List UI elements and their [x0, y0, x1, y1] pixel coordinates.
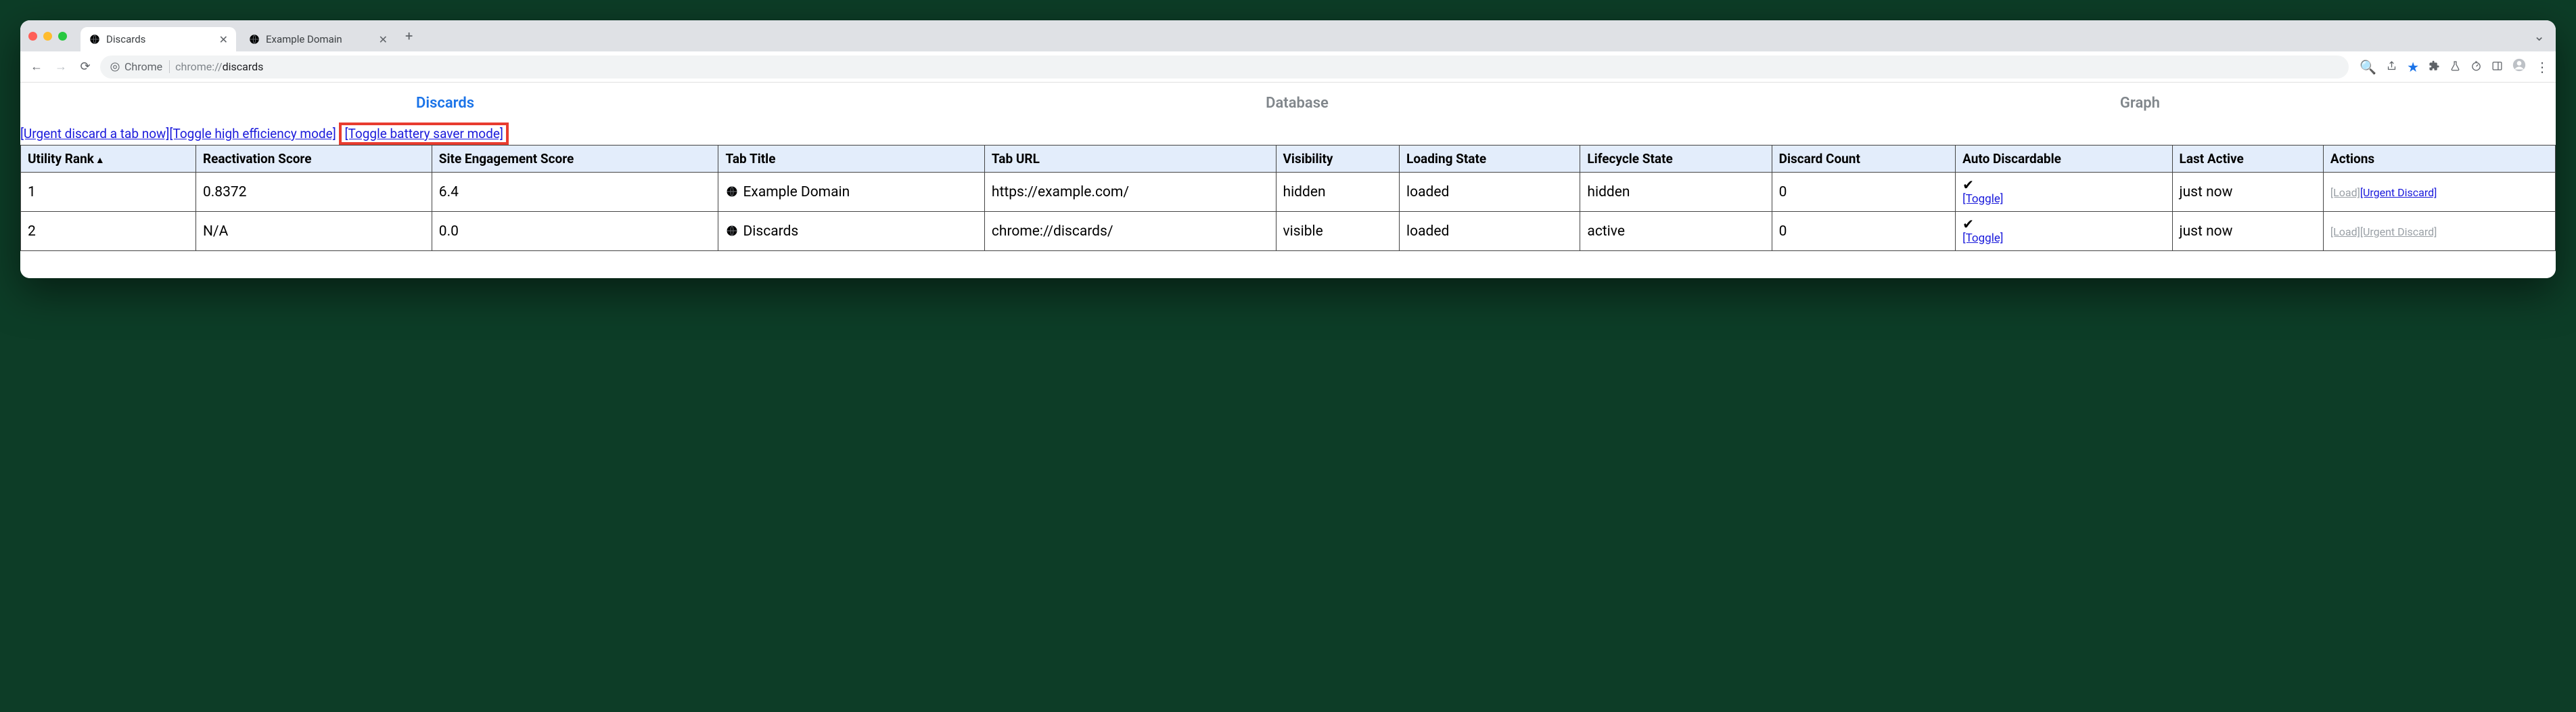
- tab-title: Example Domain: [266, 33, 342, 45]
- tab-title: Discards: [106, 33, 145, 45]
- discards-table: Utility Rank▲ Reactivation Score Site En…: [20, 145, 2556, 251]
- reload-button[interactable]: ⟳: [76, 60, 95, 74]
- sort-ascending-icon: ▲: [95, 155, 105, 166]
- maximize-window-icon[interactable]: [58, 32, 67, 41]
- col-site-engagement[interactable]: Site Engagement Score: [432, 146, 718, 173]
- cell-reactivation: 0.8372: [196, 173, 432, 212]
- share-icon[interactable]: [2386, 59, 2397, 75]
- cell-last-active: just now: [2172, 173, 2323, 212]
- browser-tab-example[interactable]: Example Domain ✕: [240, 27, 396, 51]
- close-tab-icon[interactable]: ✕: [219, 33, 228, 46]
- cell-visibility: hidden: [1276, 173, 1400, 212]
- cell-engagement: 6.4: [432, 173, 718, 212]
- window-controls[interactable]: [28, 32, 67, 41]
- globe-icon: [725, 185, 739, 198]
- bookmark-star-icon[interactable]: ★: [2407, 59, 2419, 75]
- close-window-icon[interactable]: [28, 32, 37, 41]
- globe-icon: [725, 224, 739, 238]
- toggle-battery-saver-link[interactable]: [Toggle battery saver mode]: [344, 126, 503, 141]
- action-links-bar: [Urgent discard a tab now][Toggle high e…: [20, 123, 2556, 145]
- col-visibility[interactable]: Visibility: [1276, 146, 1400, 173]
- cell-discard-count: 0: [1772, 212, 1955, 251]
- col-lifecycle-state[interactable]: Lifecycle State: [1580, 146, 1772, 173]
- page-content: Discards Database Graph [Urgent discard …: [20, 83, 2556, 278]
- urgent-discard-row-link[interactable]: [Urgent Discard]: [2360, 186, 2437, 199]
- cell-auto-discardable: ✔ [Toggle]: [1956, 173, 2172, 212]
- profile-avatar-icon[interactable]: [2512, 58, 2526, 75]
- menu-icon[interactable]: ⋮: [2535, 59, 2549, 75]
- col-last-active[interactable]: Last Active: [2172, 146, 2323, 173]
- col-discard-count[interactable]: Discard Count: [1772, 146, 1955, 173]
- cell-actions: [Load][Urgent Discard]: [2323, 212, 2555, 251]
- tab-strip: Discards ✕ Example Domain ✕ + ⌄: [20, 20, 2556, 51]
- toolbar-actions: 🔍 ★ ⋮: [2360, 58, 2549, 75]
- col-tab-title[interactable]: Tab Title: [718, 146, 984, 173]
- cell-url: https://example.com/: [984, 173, 1276, 212]
- zoom-icon[interactable]: 🔍: [2360, 59, 2376, 75]
- browser-tab-discards[interactable]: Discards ✕: [80, 27, 236, 51]
- globe-icon: [89, 33, 101, 45]
- cell-last-active: just now: [2172, 212, 2323, 251]
- side-panel-icon[interactable]: [2491, 59, 2503, 75]
- cell-title: Discards: [718, 212, 984, 251]
- cell-actions: [Load][Urgent Discard]: [2323, 173, 2555, 212]
- toggle-auto-discardable-link[interactable]: [Toggle]: [1962, 231, 2003, 245]
- urgent-discard-link[interactable]: [Urgent discard a tab now]: [20, 126, 169, 141]
- cell-url: chrome://discards/: [984, 212, 1276, 251]
- check-icon: ✔: [1962, 217, 2165, 231]
- address-bar[interactable]: Chrome chrome://discards: [100, 55, 2349, 79]
- scheme-label: Chrome: [124, 60, 162, 73]
- minimize-window-icon[interactable]: [43, 32, 52, 41]
- cell-rank: 2: [21, 212, 196, 251]
- scheme-chip: Chrome: [110, 60, 170, 73]
- new-tab-button[interactable]: +: [400, 28, 418, 44]
- performance-icon[interactable]: [2470, 59, 2482, 75]
- urgent-discard-row-link[interactable]: [Urgent Discard]: [2360, 225, 2437, 238]
- cell-engagement: 0.0: [432, 212, 718, 251]
- back-button[interactable]: ←: [27, 60, 46, 74]
- col-reactivation-score[interactable]: Reactivation Score: [196, 146, 432, 173]
- extensions-icon[interactable]: [2429, 59, 2440, 75]
- cell-lifecycle: hidden: [1580, 173, 1772, 212]
- chrome-icon: [110, 62, 120, 72]
- cell-auto-discardable: ✔ [Toggle]: [1956, 212, 2172, 251]
- table-row: 1 0.8372 6.4 Example Domain https://exam…: [21, 173, 2556, 212]
- table-row: 2 N/A 0.0 Discards chrome://discards/ vi…: [21, 212, 2556, 251]
- sub-nav: Discards Database Graph: [20, 83, 2556, 123]
- toolbar: ← → ⟳ Chrome chrome://discards 🔍 ★: [20, 51, 2556, 83]
- cell-discard-count: 0: [1772, 173, 1955, 212]
- labs-icon[interactable]: [2450, 59, 2461, 75]
- col-auto-discardable[interactable]: Auto Discardable: [1956, 146, 2172, 173]
- col-tab-url[interactable]: Tab URL: [984, 146, 1276, 173]
- col-loading-state[interactable]: Loading State: [1400, 146, 1580, 173]
- cell-lifecycle: active: [1580, 212, 1772, 251]
- chevron-down-icon[interactable]: ⌄: [2533, 28, 2545, 44]
- cell-loading: loaded: [1400, 212, 1580, 251]
- subtab-discards[interactable]: Discards: [416, 95, 474, 112]
- col-actions[interactable]: Actions: [2323, 146, 2555, 173]
- close-tab-icon[interactable]: ✕: [379, 33, 388, 46]
- toggle-high-efficiency-link[interactable]: [Toggle high efficiency mode]: [169, 126, 336, 141]
- subtab-database[interactable]: Database: [1266, 95, 1329, 112]
- toggle-auto-discardable-link[interactable]: [Toggle]: [1962, 192, 2003, 206]
- browser-window: Discards ✕ Example Domain ✕ + ⌄ ← → ⟳ Ch…: [20, 20, 2556, 278]
- cell-visibility: visible: [1276, 212, 1400, 251]
- cell-loading: loaded: [1400, 173, 1580, 212]
- globe-icon: [248, 33, 260, 45]
- forward-button: →: [51, 60, 70, 74]
- load-link[interactable]: [Load]: [2330, 186, 2360, 199]
- col-utility-rank[interactable]: Utility Rank▲: [21, 146, 196, 173]
- url-text: chrome://discards: [175, 60, 263, 73]
- highlight-annotation: [Toggle battery saver mode]: [339, 123, 509, 145]
- cell-title: Example Domain: [718, 173, 984, 212]
- cell-rank: 1: [21, 173, 196, 212]
- cell-reactivation: N/A: [196, 212, 432, 251]
- subtab-graph[interactable]: Graph: [2120, 95, 2160, 112]
- check-icon: ✔: [1962, 178, 2165, 192]
- load-link[interactable]: [Load]: [2330, 225, 2360, 238]
- table-header-row: Utility Rank▲ Reactivation Score Site En…: [21, 146, 2556, 173]
